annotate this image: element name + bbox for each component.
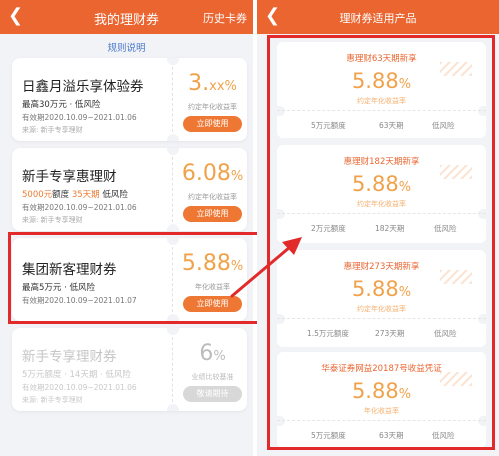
coupon-rate: 6.08% bbox=[181, 161, 244, 186]
use-now-button[interactable]: 立即使用 bbox=[183, 206, 242, 222]
coupon-terms: 5万元额度 · 14天期 · 低风险 bbox=[22, 370, 131, 380]
page-title: 理财券适用产品 bbox=[339, 12, 417, 25]
coupon-source: 来源: 新手专享理财 bbox=[22, 396, 83, 404]
coupon-source: 来源: 新手专享理财 bbox=[22, 216, 83, 224]
highlight-box bbox=[8, 232, 260, 324]
right-header-bar: ❮ 理财券适用产品 bbox=[257, 0, 499, 34]
coupon-name: 新手专享惠理财 bbox=[22, 169, 117, 185]
coupon-terms: 5000元额度 35天期 低风险 bbox=[22, 190, 128, 200]
coupon-card[interactable]: 日鑫月溢乐享体验券 最高30万元 · 低风险 有效期2020.10.09~202… bbox=[12, 58, 247, 141]
highlight-box bbox=[267, 35, 495, 450]
coupon-terms: 最高30万元 · 低风险 bbox=[22, 100, 101, 110]
rules-link[interactable]: 规则说明 bbox=[0, 40, 253, 54]
coupon-rate: 6% bbox=[199, 341, 226, 366]
use-now-button[interactable]: 立即使用 bbox=[183, 116, 242, 132]
coming-soon-button: 敬请期待 bbox=[183, 386, 242, 402]
coupon-rate-label: 约定年化收益率 bbox=[188, 193, 237, 201]
coupon-source: 来源: 新手专享理财 bbox=[22, 126, 83, 134]
history-coupons-link[interactable]: 历史卡券 bbox=[203, 10, 247, 26]
coupon-validity: 有效期2020.10.09~2021.01.06 bbox=[22, 383, 137, 392]
coupon-name: 日鑫月溢乐享体验券 bbox=[22, 79, 144, 95]
coupon-rate: 3.xx% bbox=[188, 71, 237, 96]
coupon-validity: 有效期2020.10.09~2021.01.06 bbox=[22, 203, 137, 212]
left-header-bar: ❮ 我的理财券 历史卡券 bbox=[0, 0, 253, 34]
coupon-card[interactable]: 新手专享惠理财 5000元额度 35天期 低风险 有效期2020.10.09~2… bbox=[12, 148, 247, 231]
coupon-validity: 有效期2020.10.09~2021.01.06 bbox=[22, 113, 137, 122]
coupon-rate-label: 约定年化收益率 bbox=[188, 103, 237, 111]
coupon-rate-label: 业绩比较基准 bbox=[191, 373, 234, 381]
my-coupons-screen: ❮ 我的理财券 历史卡券 规则说明 日鑫月溢乐享体验券 最高30万元 · 低风险… bbox=[0, 0, 253, 456]
coupon-card-disabled: 新手专享理财券 5万元额度 · 14天期 · 低风险 有效期2020.10.09… bbox=[12, 328, 247, 411]
coupon-name: 新手专享理财券 bbox=[22, 349, 117, 365]
